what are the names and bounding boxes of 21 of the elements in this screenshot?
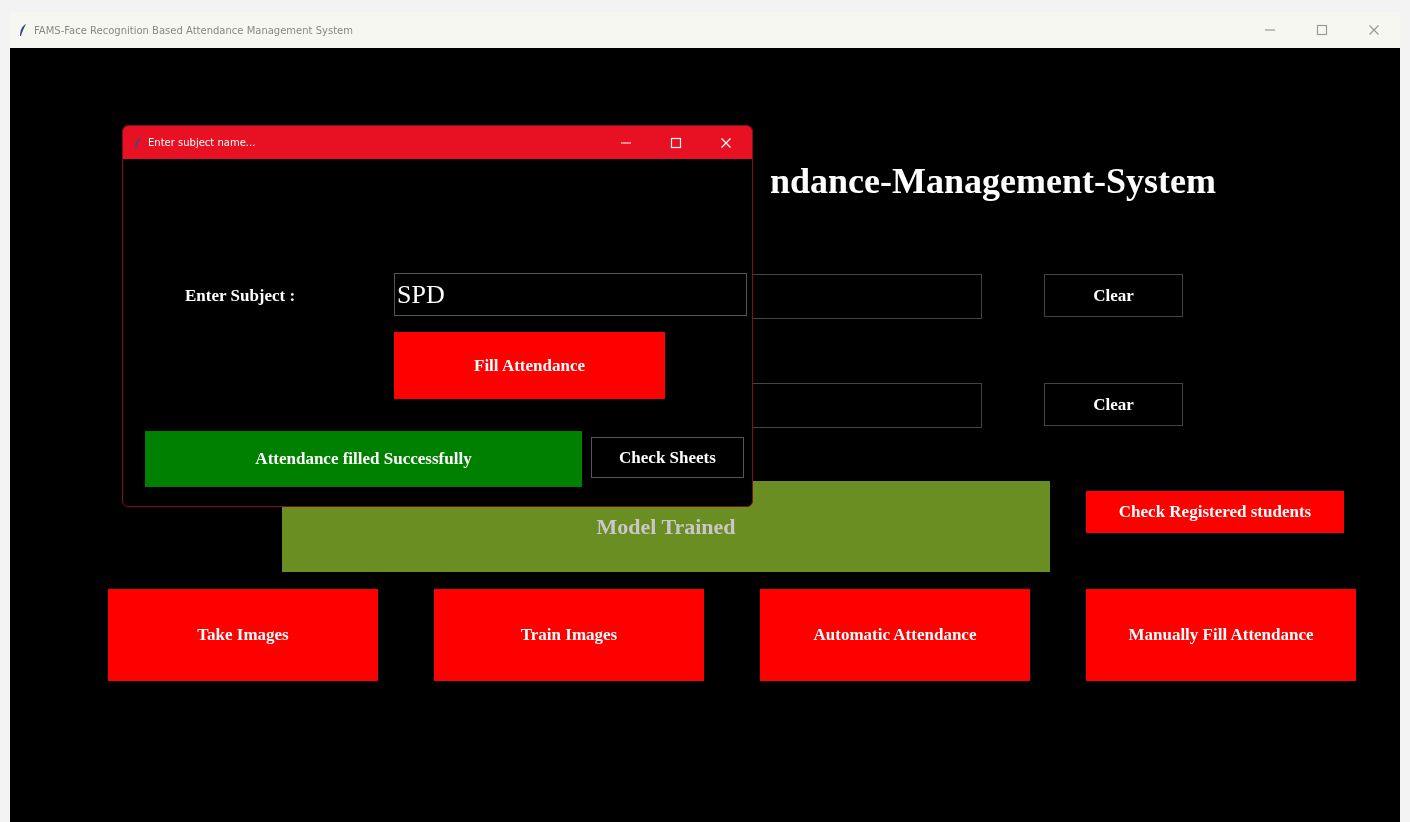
dialog-title: Enter subject name... (148, 137, 257, 148)
clear-button[interactable]: Clear (1044, 274, 1183, 317)
action-button[interactable]: Manually Fill Attendance (1086, 589, 1356, 681)
input-field[interactable] (752, 274, 982, 319)
close-icon[interactable] (1368, 24, 1380, 36)
action-button[interactable]: Train Images (434, 589, 704, 681)
maximize-icon[interactable] (1316, 24, 1328, 36)
feather-icon (133, 135, 143, 150)
check-sheets-button[interactable]: Check Sheets (591, 437, 744, 478)
input-field[interactable] (752, 383, 982, 428)
action-button[interactable]: Automatic Attendance (760, 589, 1030, 681)
clear-button[interactable]: Clear (1044, 383, 1183, 426)
success-message: Attendance filled Successfully (145, 431, 582, 487)
window-title: FAMS-Face Recognition Based Attendance Management System (34, 24, 354, 36)
fill-attendance-button[interactable]: Fill Attendance (394, 332, 665, 399)
feather-icon (18, 23, 28, 37)
app-heading: ndance-Management-System (770, 160, 1216, 202)
check-registered-button[interactable]: Check Registered students (1086, 491, 1344, 533)
subject-field[interactable]: SPD (394, 273, 747, 316)
action-button[interactable]: Take Images (108, 589, 378, 681)
subject-label: Enter Subject : (185, 286, 296, 306)
